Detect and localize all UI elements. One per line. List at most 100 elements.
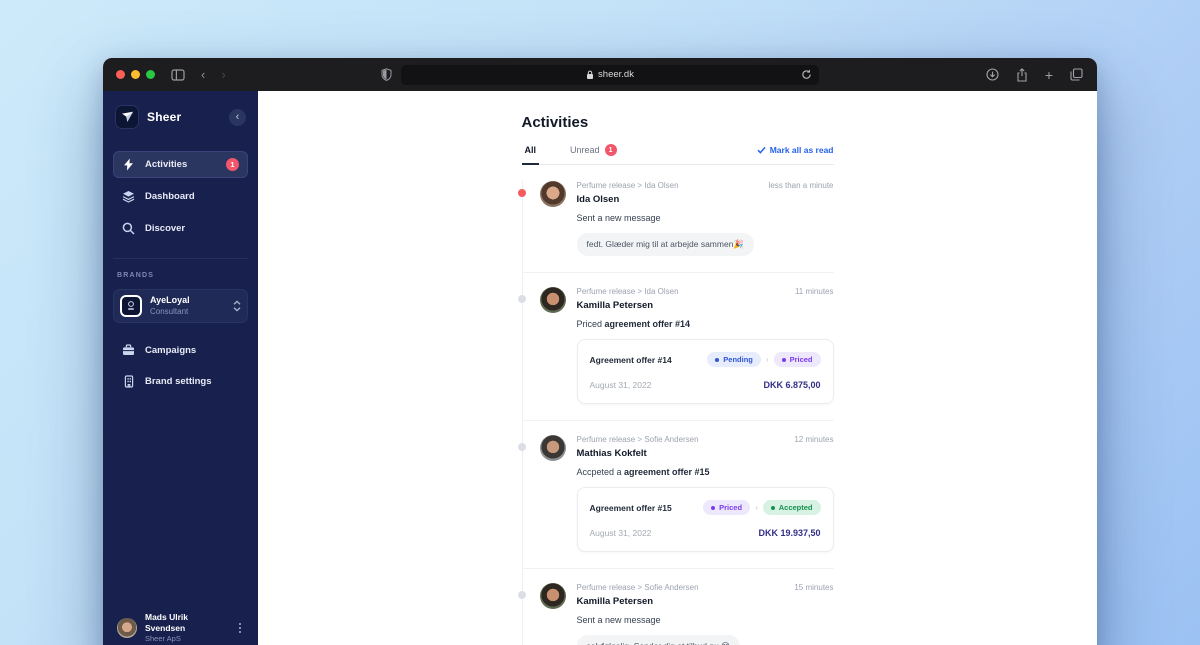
close-window-button[interactable] <box>116 70 125 79</box>
share-icon[interactable] <box>1016 67 1028 82</box>
lightning-icon <box>122 158 135 171</box>
app-brand-name: Sheer <box>147 110 182 124</box>
main-content: Activities All Unread 1 Mark all as read <box>258 91 1097 645</box>
activity-item[interactable]: Perfume release > Ida Olsen less than a … <box>518 167 834 273</box>
activity-context: Perfume release > Ida Olsen <box>576 287 679 296</box>
offer-price: DKK 6.875,00 <box>763 380 821 390</box>
offer-title: Agreement offer #14 <box>589 354 672 365</box>
message-bubble: fedt. Glæder mig til at arbejde sammen🎉 <box>576 233 755 256</box>
sidebar-item-brand-settings[interactable]: Brand settings <box>113 368 248 395</box>
layers-icon <box>122 190 135 203</box>
mark-all-as-read-button[interactable]: Mark all as read <box>757 145 834 164</box>
activities-count-badge: 1 <box>226 158 239 171</box>
tab-unread[interactable]: Unread 1 <box>567 144 620 164</box>
ayeloyal-logo <box>120 295 142 317</box>
lock-icon <box>586 70 594 80</box>
avatar <box>539 287 566 313</box>
brand-name: AyeLoyal <box>150 295 190 306</box>
tabs-overview-icon[interactable] <box>1070 68 1083 81</box>
minimize-window-button[interactable] <box>131 70 140 79</box>
activity-item[interactable]: Perfume release > Ida Olsen 11 minutes K… <box>518 273 834 421</box>
sidebar-item-discover[interactable]: Discover <box>113 215 248 242</box>
read-dot <box>518 443 526 451</box>
offer-price: DKK 19.937,50 <box>758 528 821 538</box>
sidebar: Sheer ‹ Activities 1 Dashboard Discover … <box>103 91 258 645</box>
activity-time: 11 minutes <box>794 287 834 296</box>
sidebar-item-dashboard[interactable]: Dashboard <box>113 183 248 210</box>
zoom-window-button[interactable] <box>146 70 155 79</box>
offer-title: Agreement offer #15 <box>589 502 672 513</box>
tab-all[interactable]: All <box>521 145 540 165</box>
activity-actor: Kamilla Petersen <box>576 596 654 607</box>
avatar <box>539 435 566 461</box>
read-dot <box>518 295 526 303</box>
shield-icon[interactable] <box>381 68 392 81</box>
search-icon <box>122 222 135 235</box>
activity-action: Accpeted a agreement offer #15 <box>576 467 710 477</box>
tabs-bar: All Unread 1 Mark all as read <box>521 144 834 165</box>
activity-actor: Mathias Kokfelt <box>576 448 647 459</box>
sidebar-item-label: Campaigns <box>145 344 197 356</box>
window-controls <box>116 70 155 79</box>
agreement-offer-card[interactable]: Agreement offer #15 Priced › Accepted Au… <box>576 487 834 552</box>
activity-item[interactable]: Perfume release > Sofie Andersen 12 minu… <box>518 421 834 569</box>
brands-section-label: BRANDS <box>117 272 155 279</box>
activity-feed: Perfume release > Ida Olsen less than a … <box>518 167 834 645</box>
page-title: Activities <box>521 114 589 131</box>
activity-context: Perfume release > Sofie Andersen <box>576 583 699 592</box>
sidebar-toggle-icon[interactable] <box>171 68 185 81</box>
kebab-menu-icon[interactable] <box>236 621 244 635</box>
status-badge-to: Priced <box>773 352 821 367</box>
sidebar-item-label: Dashboard <box>145 191 195 202</box>
activity-action: Sent a new message <box>576 213 661 223</box>
brand-role: Consultant <box>150 306 189 316</box>
activity-time: 15 minutes <box>794 583 834 592</box>
unread-dot <box>518 189 526 197</box>
briefcase-icon <box>122 344 135 356</box>
unread-count-badge: 1 <box>604 144 617 156</box>
brand-selector[interactable]: AyeLoyal Consultant <box>113 289 248 323</box>
chevron-updown-icon <box>233 300 241 312</box>
user-menu[interactable]: Mads Ulrik Svendsen Sheer ApS <box>113 602 248 645</box>
status-badge-from: Priced <box>703 500 751 515</box>
activity-actor: Kamilla Petersen <box>576 300 654 311</box>
downloads-icon[interactable] <box>986 68 999 81</box>
check-icon <box>757 146 766 154</box>
browser-window: ‹ › sheer.dk + Sheer ‹ Activities 1 Dash… <box>103 58 1097 645</box>
sidebar-item-activities[interactable]: Activities 1 <box>113 151 248 178</box>
status-badge-from: Pending <box>707 352 761 367</box>
activity-action: Sent a new message <box>576 615 661 625</box>
agreement-offer-card[interactable]: Agreement offer #14 Pending › Priced Aug… <box>576 339 834 404</box>
browser-chrome: ‹ › sheer.dk + <box>103 58 1097 91</box>
user-org: Sheer ApS <box>145 634 181 644</box>
activity-action: Priced agreement offer #14 <box>576 319 691 329</box>
avatar <box>539 583 566 609</box>
reload-icon[interactable] <box>801 69 812 80</box>
activity-context: Perfume release > Sofie Andersen <box>576 435 699 444</box>
status-badge-to: Accepted <box>762 500 821 515</box>
arrow-right-icon: › <box>755 502 758 512</box>
collapse-sidebar-button[interactable]: ‹ <box>229 108 246 126</box>
back-icon[interactable]: ‹ <box>201 68 205 81</box>
user-avatar <box>117 618 137 639</box>
activity-context: Perfume release > Ida Olsen <box>576 181 679 190</box>
arrow-right-icon: › <box>765 354 769 364</box>
activity-item[interactable]: Perfume release > Sofie Andersen 15 minu… <box>518 569 834 645</box>
sidebar-item-label: Discover <box>145 223 186 234</box>
user-name: Mads Ulrik Svendsen <box>145 612 188 634</box>
activity-actor: Ida Olsen <box>576 194 620 205</box>
activity-time: less than a minute <box>768 181 834 190</box>
sidebar-item-label: Activities <box>145 159 188 170</box>
sidebar-item-label: Brand settings <box>145 376 212 387</box>
activity-time: 12 minutes <box>794 435 834 444</box>
offer-date: August 31, 2022 <box>589 528 652 538</box>
sheer-logo-icon <box>115 105 139 129</box>
forward-icon[interactable]: › <box>221 68 225 81</box>
read-dot <box>518 591 526 599</box>
address-bar[interactable]: sheer.dk <box>401 64 819 85</box>
new-tab-icon[interactable]: + <box>1045 68 1053 82</box>
message-bubble: selvfølgelig. Sender dig et tilbud nu 😊 <box>576 635 741 645</box>
building-icon <box>122 375 135 388</box>
url-text: sheer.dk <box>598 69 634 80</box>
sidebar-item-campaigns[interactable]: Campaigns <box>113 337 248 363</box>
